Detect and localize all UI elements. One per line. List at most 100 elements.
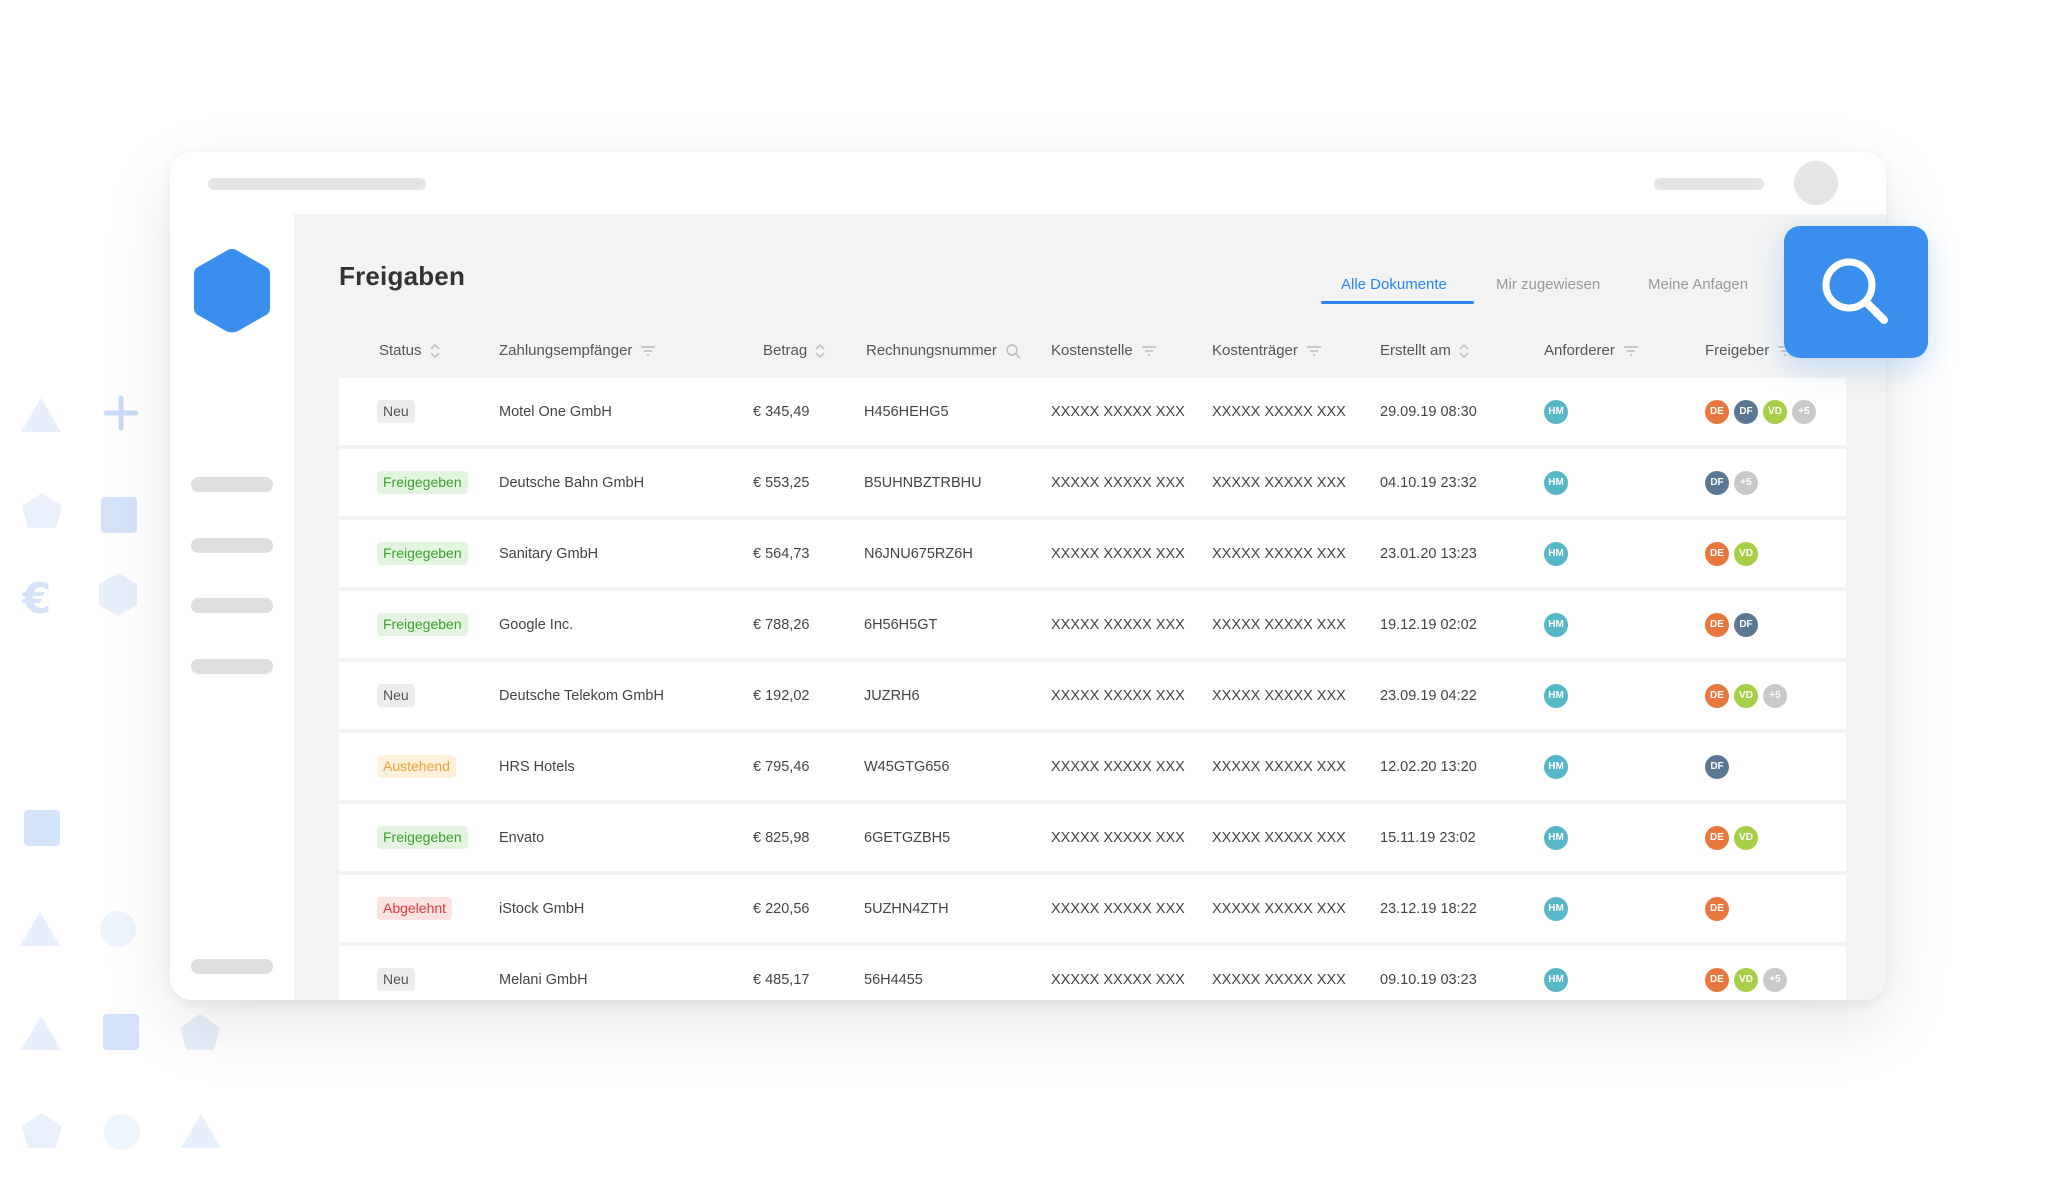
requester-avatar[interactable]: HM xyxy=(1544,470,1568,495)
column-label: Betrag xyxy=(763,342,808,359)
amount-value: € 553,25 xyxy=(753,474,810,491)
approver-avatar[interactable]: DE xyxy=(1705,612,1729,637)
invoice-number: 56H4455 xyxy=(864,971,923,988)
tab-mir-zugewiesen[interactable]: Mir zugewiesen xyxy=(1496,276,1600,293)
approver-avatar[interactable]: VD xyxy=(1734,825,1758,850)
approver-avatar[interactable]: DF xyxy=(1734,399,1758,424)
search-button[interactable] xyxy=(1784,226,1928,358)
cell-cost-unit: XXXXX XXXXX XXX xyxy=(1212,591,1346,658)
amount-value: € 485,17 xyxy=(753,971,810,988)
cell-status: Freigegeben xyxy=(377,449,468,516)
approver-avatar[interactable]: DF xyxy=(1705,754,1729,779)
cell-payee: Google Inc. xyxy=(499,591,573,658)
requester-avatar[interactable]: HM xyxy=(1544,896,1568,921)
cell-amount: € 788,26 xyxy=(753,591,809,658)
status-badge: Neu xyxy=(377,684,415,707)
requester-avatar[interactable]: HM xyxy=(1544,825,1568,850)
approver-avatar[interactable]: DE xyxy=(1705,541,1729,566)
table-row[interactable]: Freigegeben Google Inc. € 788,26 6H56H5GT XX… xyxy=(339,591,1846,658)
approver-avatar[interactable]: DF xyxy=(1734,612,1758,637)
table-row[interactable]: Freigegeben Sanitary GmbH € 564,73 N6JNU675… xyxy=(339,520,1846,587)
amount-value: € 564,73 xyxy=(753,545,810,562)
cell-amount: € 825,98 xyxy=(753,804,809,871)
approver-avatar[interactable]: DE xyxy=(1705,683,1729,708)
cell-status: Austehend xyxy=(377,733,456,800)
sidebar-nav-item-1[interactable] xyxy=(191,477,273,492)
sidebar-nav-item-4[interactable] xyxy=(191,659,273,674)
cell-invoice: JUZRH6 xyxy=(864,662,920,729)
created-date: 09.10.19 03:23 xyxy=(1380,971,1477,988)
more-approvers-badge[interactable]: +5 xyxy=(1763,683,1787,708)
approver-avatar[interactable]: VD xyxy=(1763,399,1787,424)
user-avatar[interactable] xyxy=(1794,161,1838,205)
table-row[interactable]: Abgelehnt iStock GmbH € 220,56 5UZHN4ZTH XXX… xyxy=(339,875,1846,942)
tab-meine-anfagen[interactable]: Meine Anfagen xyxy=(1648,276,1748,293)
more-approvers-badge[interactable]: +5 xyxy=(1734,470,1758,495)
cell-amount: € 192,02 xyxy=(753,662,809,729)
cell-invoice: 5UZHN4ZTH xyxy=(864,875,949,942)
table-row[interactable]: Freigegeben Envato € 825,98 6GETGZBH5 XXXXX … xyxy=(339,804,1846,871)
cost-unit-value: XXXXX XXXXX XXX xyxy=(1212,687,1346,704)
more-approvers-badge[interactable]: +5 xyxy=(1792,399,1816,424)
approver-avatar[interactable]: VD xyxy=(1734,967,1758,992)
cell-cost-unit: XXXXX XXXXX XXX xyxy=(1212,378,1346,445)
approver-avatar[interactable]: DE xyxy=(1705,825,1729,850)
cost-center-value: XXXXX XXXXX XXX xyxy=(1051,403,1185,420)
table-row[interactable]: Neu Deutsche Telekom GmbH € 192,02 JUZRH6 XX… xyxy=(339,662,1846,729)
table-row[interactable]: Freigegeben Deutsche Bahn GmbH € 553,25 B5U… xyxy=(339,449,1846,516)
filter-icon xyxy=(641,345,656,356)
cell-payee: HRS Hotels xyxy=(499,733,575,800)
column-label: Erstellt am xyxy=(1380,342,1451,359)
created-date: 23.01.20 13:23 xyxy=(1380,545,1477,562)
table-row[interactable]: Austehend HRS Hotels € 795,46 W45GTG656 XXXX… xyxy=(339,733,1846,800)
requester-avatar[interactable]: HM xyxy=(1544,967,1568,992)
column-erstellt-am[interactable]: Erstellt am xyxy=(1380,342,1469,359)
sidebar-nav-item-2[interactable] xyxy=(191,538,273,553)
column-freigeber[interactable]: Freigeber xyxy=(1705,342,1793,359)
status-badge: Freigegeben xyxy=(377,542,468,565)
cell-invoice: B5UHNBZTRBHU xyxy=(864,449,982,516)
approver-avatar[interactable]: DF xyxy=(1705,470,1729,495)
requester-avatar[interactable]: HM xyxy=(1544,683,1568,708)
requester-avatar[interactable]: HM xyxy=(1544,399,1568,424)
table-row[interactable]: Neu Melani GmbH € 485,17 56H4455 XXXXX XXXXX… xyxy=(339,946,1846,1000)
column-kostenstelle[interactable]: Kostenstelle xyxy=(1051,342,1157,359)
cell-invoice: W45GTG656 xyxy=(864,733,949,800)
approver-avatar[interactable]: VD xyxy=(1734,683,1758,708)
hexagon-logo-icon[interactable] xyxy=(192,247,272,335)
cell-cost-unit: XXXXX XXXXX XXX xyxy=(1212,733,1346,800)
table-row[interactable]: Neu Motel One GmbH € 345,49 H456HEHG5 XXXXX … xyxy=(339,378,1846,445)
approver-avatar[interactable]: DE xyxy=(1705,896,1729,921)
sidebar-nav-item-3[interactable] xyxy=(191,598,273,613)
column-betrag[interactable]: Betrag xyxy=(763,342,825,359)
cost-unit-value: XXXXX XXXXX XXX xyxy=(1212,971,1346,988)
cell-cost-center: XXXXX XXXXX XXX xyxy=(1051,378,1185,445)
sidebar-nav-item-bottom[interactable] xyxy=(191,959,273,974)
approver-avatar[interactable]: VD xyxy=(1734,541,1758,566)
column-rechnungsnummer[interactable]: Rechnungsnummer xyxy=(866,342,1021,359)
column-anforderer[interactable]: Anforderer xyxy=(1544,342,1639,359)
cell-requester: HM xyxy=(1544,449,1573,516)
tab-alle-dokumente[interactable]: Alle Dokumente xyxy=(1341,276,1447,293)
approver-avatar[interactable]: DE xyxy=(1705,967,1729,992)
column-label: Kostenstelle xyxy=(1051,342,1133,359)
requester-avatar[interactable]: HM xyxy=(1544,754,1568,779)
more-approvers-badge[interactable]: +5 xyxy=(1763,967,1787,992)
cell-created: 23.09.19 04:22 xyxy=(1380,662,1477,729)
requester-avatar[interactable]: HM xyxy=(1544,541,1568,566)
invoice-number: 5UZHN4ZTH xyxy=(864,900,949,917)
column-kostentraeger[interactable]: Kostenträger xyxy=(1212,342,1322,359)
cell-created: 15.11.19 23:02 xyxy=(1380,804,1476,871)
cell-cost-unit: XXXXX XXXXX XXX xyxy=(1212,875,1346,942)
cell-payee: iStock GmbH xyxy=(499,875,584,942)
column-status[interactable]: Status xyxy=(379,342,440,359)
payee-name: HRS Hotels xyxy=(499,758,575,775)
approver-avatar[interactable]: DE xyxy=(1705,399,1729,424)
cell-amount: € 485,17 xyxy=(753,946,809,1000)
payee-name: Deutsche Bahn GmbH xyxy=(499,474,645,491)
column-zahlungsempfaenger[interactable]: Zahlungsempfänger xyxy=(499,342,656,359)
cell-approvers: DE VD xyxy=(1705,804,1763,871)
requester-avatar[interactable]: HM xyxy=(1544,612,1568,637)
cell-requester: HM xyxy=(1544,662,1573,729)
invoice-number: H456HEHG5 xyxy=(864,403,949,420)
